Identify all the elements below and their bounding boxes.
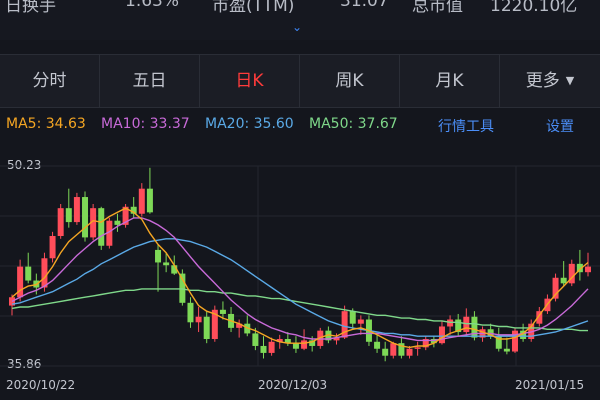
tab-label: 更多 xyxy=(525,71,560,91)
candles xyxy=(9,167,591,362)
candle-body xyxy=(73,197,80,223)
ma50-line xyxy=(11,288,588,332)
turnover-label: 日换手 xyxy=(5,0,56,16)
market-tools-link[interactable]: 行情工具 xyxy=(438,116,494,136)
candle-body xyxy=(65,208,72,223)
tab-intraday[interactable]: 分时 xyxy=(0,55,100,107)
candle-body xyxy=(374,341,381,349)
candle-body xyxy=(57,208,64,237)
candle-body xyxy=(357,319,364,324)
candle-body xyxy=(301,340,308,349)
date-label-start: 2020/10/22 xyxy=(6,378,76,392)
tab-label: 日K xyxy=(235,71,264,91)
date-label-mid: 2020/12/03 xyxy=(258,378,328,392)
market-cap-label: 总市值 xyxy=(412,0,463,16)
ma5-value: MA5: 34.63 xyxy=(6,116,86,132)
caret-down-icon: ▼ xyxy=(565,74,575,87)
candle-body xyxy=(195,316,202,323)
candle-body xyxy=(260,345,267,353)
tab-monthly-k[interactable]: 月K xyxy=(400,55,500,107)
date-label-end: 2021/01/15 xyxy=(515,378,585,392)
chevron-down-icon[interactable]: ⌄ xyxy=(292,20,302,34)
candle-body xyxy=(471,316,478,338)
candle-body xyxy=(138,188,145,214)
candle-body xyxy=(349,311,356,324)
candle-body xyxy=(155,249,162,263)
tab-five-day[interactable]: 五日 xyxy=(100,55,200,107)
candlestick-chart[interactable] xyxy=(0,150,600,376)
pe-value: 31.07 xyxy=(340,0,389,11)
candle-body xyxy=(49,236,56,259)
candle-body xyxy=(382,348,389,356)
tab-weekly-k[interactable]: 周K xyxy=(300,55,400,107)
candle-body xyxy=(414,347,421,349)
candle-body xyxy=(585,266,591,273)
candle-body xyxy=(187,302,194,323)
tab-label: 分时 xyxy=(32,71,67,91)
market-cap-value: 1220.10亿 xyxy=(490,0,578,16)
candle-body xyxy=(25,266,32,281)
candle-body xyxy=(560,277,567,284)
stats-bar: 日换手 1.63% 市盈(TTM) 31.07 总市值 1220.10亿 ⌄ xyxy=(0,0,600,40)
candle-body xyxy=(163,262,170,266)
period-tabs: 分时 五日 日K 周K 月K 更多 ▼ xyxy=(0,54,600,108)
candle-body xyxy=(438,326,445,344)
tab-daily-k[interactable]: 日K xyxy=(200,55,300,107)
ma50-value: MA50: 37.67 xyxy=(309,116,398,132)
candle-body xyxy=(114,220,121,225)
candle-body xyxy=(219,309,226,314)
candle-body xyxy=(390,343,397,356)
settings-link[interactable]: 设置 xyxy=(546,116,574,136)
candle-body xyxy=(292,343,299,349)
ma20-line xyxy=(11,238,589,337)
ma10-value: MA10: 33.37 xyxy=(101,116,190,132)
candle-body xyxy=(98,208,105,246)
tab-label: 周K xyxy=(335,71,364,91)
tab-label: 月K xyxy=(435,71,464,91)
ma-legend: MA5: 34.63 MA10: 33.37 MA20: 35.60 MA50:… xyxy=(0,112,600,138)
tab-more[interactable]: 更多 ▼ xyxy=(500,55,600,107)
candle-body xyxy=(82,197,89,238)
candle-body xyxy=(252,333,259,346)
candle-body xyxy=(146,188,153,213)
candle-body xyxy=(268,341,275,353)
candle-body xyxy=(203,316,210,339)
ma20-value: MA20: 35.60 xyxy=(205,116,294,132)
pe-label: 市盈(TTM) xyxy=(212,0,295,16)
candle-body xyxy=(406,348,413,356)
turnover-value: 1.63% xyxy=(125,0,180,11)
candle-body xyxy=(41,258,48,288)
tab-label: 五日 xyxy=(132,71,167,91)
candle-body xyxy=(503,348,510,352)
